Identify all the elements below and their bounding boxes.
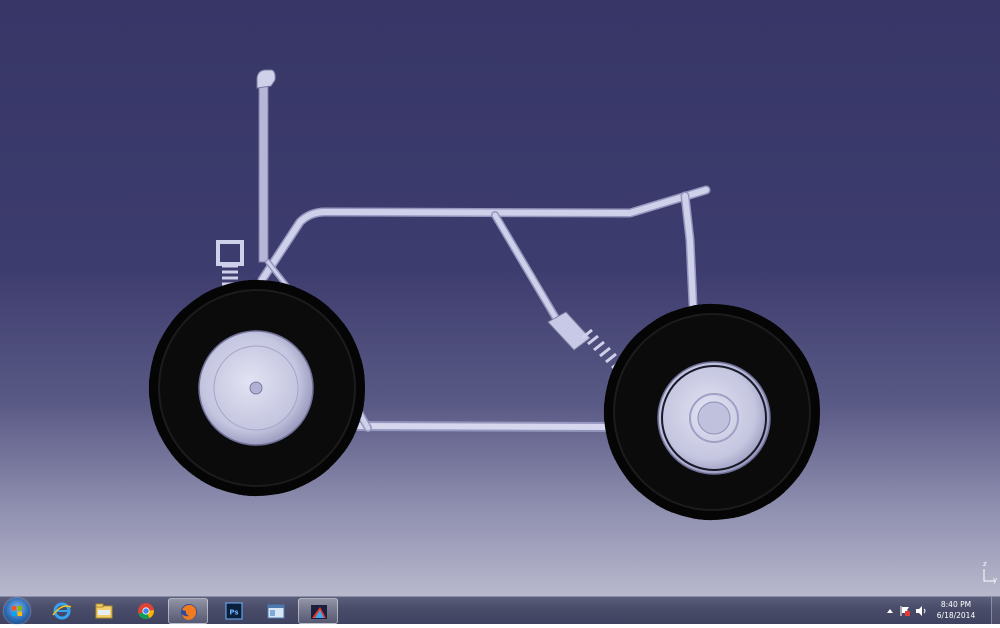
show-desktop-button[interactable] bbox=[991, 597, 1000, 625]
rear-shock bbox=[547, 311, 623, 370]
rear-wheel bbox=[603, 303, 820, 521]
front-wheel bbox=[148, 279, 365, 497]
3d-viewport[interactable]: z y bbox=[0, 0, 1000, 596]
photoshop-label: Ps bbox=[229, 609, 238, 617]
arrow-up-icon[interactable] bbox=[886, 607, 894, 615]
taskbar-catia-button[interactable] bbox=[298, 598, 338, 624]
taskbar-window-button[interactable] bbox=[256, 598, 296, 624]
axis-compass-icon: z y bbox=[978, 560, 998, 586]
atv-frame-model[interactable] bbox=[0, 0, 1000, 596]
taskbar-photoshop-button[interactable]: Ps bbox=[214, 598, 254, 624]
taskbar: Ps 8:40 PM 6/18/2014 bbox=[0, 596, 1000, 625]
clock-time[interactable]: 8:40 PM bbox=[926, 600, 986, 609]
clock-date[interactable]: 6/18/2014 bbox=[926, 611, 986, 620]
taskbar-ie-button[interactable] bbox=[42, 598, 82, 624]
windows-orb-icon[interactable] bbox=[4, 598, 30, 624]
firefox-icon bbox=[181, 604, 197, 620]
ie-icon bbox=[52, 602, 72, 620]
catia-icon bbox=[311, 605, 327, 619]
flag-icon[interactable] bbox=[899, 605, 911, 617]
steering-column bbox=[256, 69, 276, 263]
folder-icon bbox=[95, 603, 113, 619]
system-tray: 8:40 PM 6/18/2014 bbox=[880, 597, 1000, 625]
chrome-icon bbox=[138, 603, 154, 620]
photoshop-icon: Ps bbox=[225, 602, 243, 620]
taskbar-explorer-button[interactable] bbox=[84, 598, 124, 624]
axis-z-label: z bbox=[983, 560, 987, 568]
window-icon bbox=[267, 604, 285, 619]
taskbar-firefox-button[interactable] bbox=[168, 598, 208, 624]
axis-y-label: y bbox=[993, 576, 998, 584]
front-shock bbox=[216, 240, 244, 286]
taskbar-chrome-button[interactable] bbox=[126, 598, 166, 624]
